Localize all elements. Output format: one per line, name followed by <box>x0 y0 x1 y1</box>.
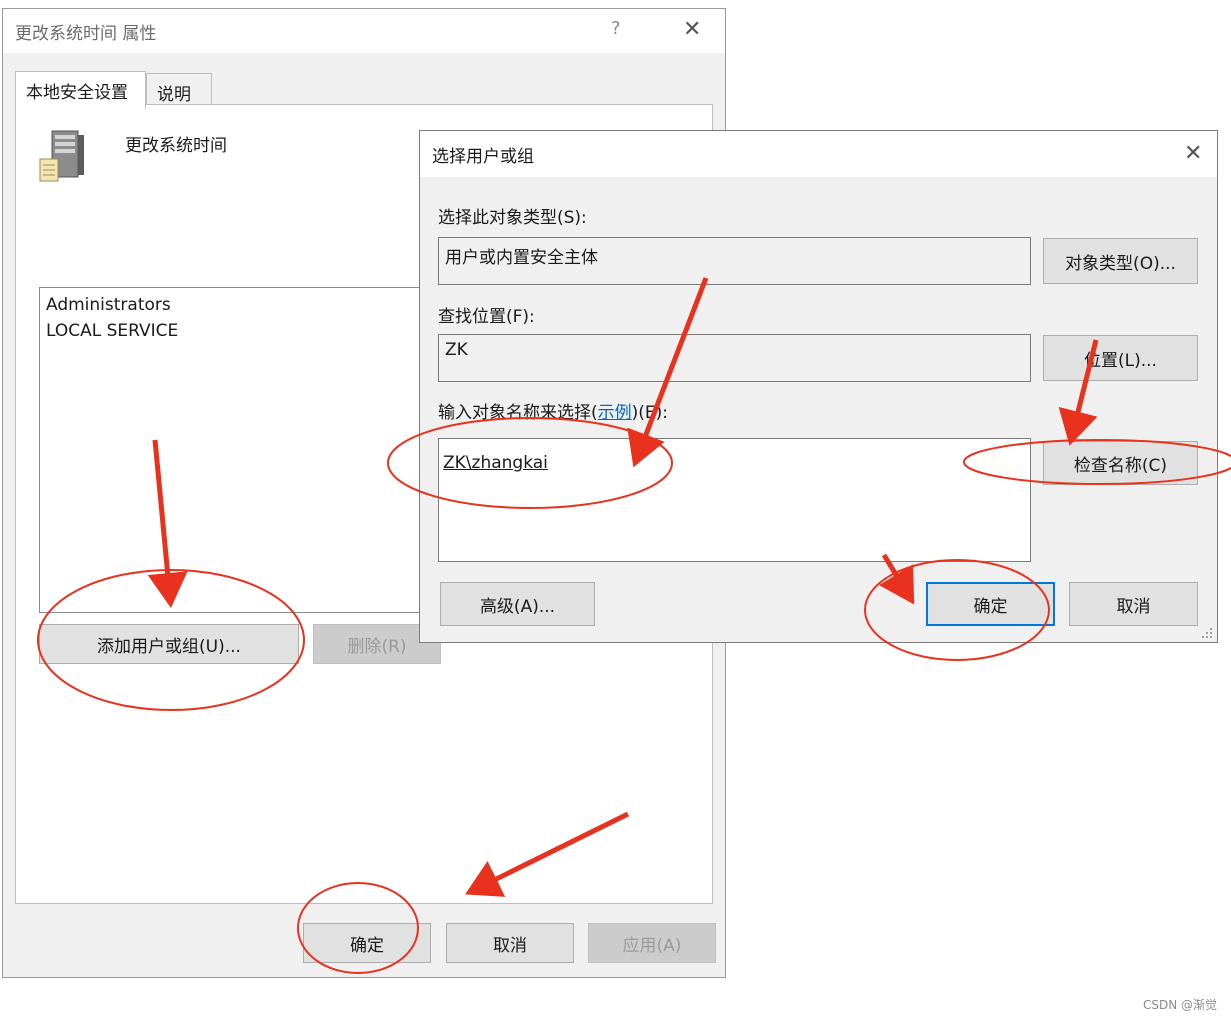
tab-local-security-setting[interactable]: 本地安全设置 <box>15 71 146 109</box>
location-field: ZK <box>438 334 1031 382</box>
list-item[interactable]: LOCAL SERVICE <box>46 318 432 344</box>
object-type-label: 选择此对象类型(S): <box>438 208 587 228</box>
tab-explain[interactable]: 说明 <box>146 73 212 107</box>
add-user-or-group-button[interactable]: 添加用户或组(U)... <box>39 624 299 664</box>
watermark: CSDN @渐觉 <box>1142 998 1217 1012</box>
apply-button[interactable]: 应用(A) <box>588 923 716 963</box>
server-icon <box>39 130 84 182</box>
object-names-input[interactable]: ZK\zhangkai <box>438 438 1031 562</box>
examples-link[interactable]: 示例 <box>598 403 632 423</box>
cancel-button[interactable]: 取消 <box>446 923 574 963</box>
properties-close-icon[interactable]: ✕ <box>683 19 701 41</box>
entered-object-name: ZK\zhangkai <box>443 453 548 473</box>
enter-names-label-post: )(E): <box>631 403 669 423</box>
account-list[interactable]: Administrators LOCAL SERVICE <box>39 287 439 613</box>
select-close-icon[interactable]: ✕ <box>1184 143 1202 165</box>
ok-button[interactable]: 确定 <box>303 923 431 963</box>
select-titlebar: 选择用户或组 ✕ <box>420 131 1217 177</box>
advanced-button[interactable]: 高级(A)... <box>440 582 595 626</box>
list-item[interactable]: Administrators <box>46 292 432 318</box>
select-users-dialog: 选择用户或组 ✕ 选择此对象类型(S): 用户或内置安全主体 对象类型(O)..… <box>419 130 1218 643</box>
enter-names-label: 输入对象名称来选择(示例)(E): <box>438 398 668 423</box>
object-type-field: 用户或内置安全主体 <box>438 237 1031 285</box>
object-types-button[interactable]: 对象类型(O)... <box>1043 238 1198 284</box>
select-title: 选择用户或组 <box>432 147 534 167</box>
check-names-button[interactable]: 检查名称(C) <box>1043 441 1198 485</box>
enter-names-label-pre: 输入对象名称来选择( <box>438 403 598 423</box>
tab-label: 本地安全设置 <box>26 83 128 103</box>
tab-label: 说明 <box>157 85 191 105</box>
policy-name: 更改系统时间 <box>125 136 227 156</box>
select-cancel-button[interactable]: 取消 <box>1069 582 1198 626</box>
properties-titlebar: 更改系统时间 属性 ? ✕ <box>3 9 725 53</box>
help-button[interactable]: ? <box>611 18 621 39</box>
locations-button[interactable]: 位置(L)... <box>1043 335 1198 381</box>
properties-title: 更改系统时间 属性 <box>15 24 157 44</box>
location-label: 查找位置(F): <box>438 307 535 327</box>
select-ok-button[interactable]: 确定 <box>926 582 1055 626</box>
resize-grip-icon[interactable] <box>1201 627 1213 639</box>
